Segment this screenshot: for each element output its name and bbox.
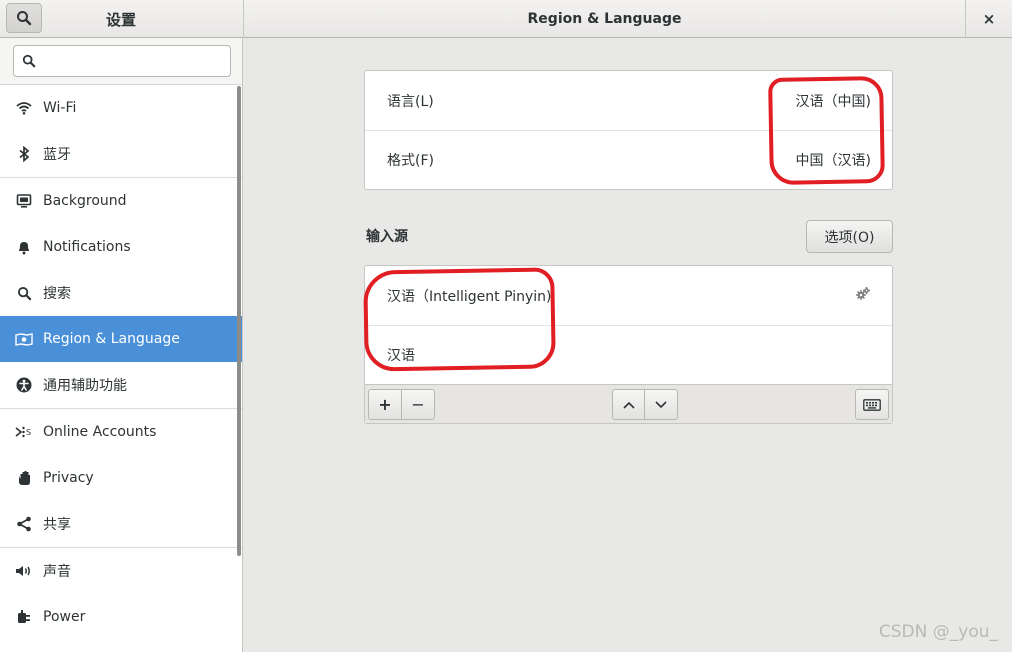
input-sources-panel: 汉语（Intelligent Pinyin) 汉语 + − [364,265,893,424]
speaker-icon [15,562,33,580]
sidebar-item-background[interactable]: Background [0,178,242,224]
region-language-icon [15,330,33,348]
sidebar-item-region-language[interactable]: Region & Language [0,316,242,362]
accessibility-icon [15,376,33,394]
sidebar-item-label: Notifications [43,239,131,255]
plus-icon: + [378,395,392,414]
search-toggle-button[interactable] [6,3,42,33]
sidebar-item-label: Privacy [43,470,94,486]
sidebar-item-notifications[interactable]: Notifications [0,224,242,270]
close-icon: × [982,10,996,28]
language-format-panel: 语言(L) 汉语（中国) 格式(F) 中国（汉语) [364,70,893,190]
search-icon [22,54,36,68]
hand-icon [15,469,33,487]
sidebar-item-wifi[interactable]: Wi-Fi [0,85,242,131]
formats-label: 格式(F) [387,153,434,169]
chevron-up-icon [622,401,635,409]
input-source-label: 汉语 [387,348,415,364]
input-source-label: 汉语（Intelligent Pinyin) [387,288,552,305]
sidebar: Wi-Fi 蓝牙 Background Notifications 搜索 Reg… [0,38,243,652]
sidebar-item-online-accounts[interactable]: S Online Accounts [0,409,242,455]
formats-value: 中国（汉语) [795,153,871,169]
online-accounts-icon: S [15,423,33,441]
show-keyboard-layout-button[interactable] [855,389,889,420]
input-source-row[interactable]: 汉语（Intelligent Pinyin) [365,266,892,325]
panel-title: Region & Language [527,11,682,27]
share-icon [15,515,33,533]
input-sources-toolbar: + − [365,384,892,423]
sidebar-item-privacy[interactable]: Privacy [0,455,242,501]
sidebar-item-label: Region & Language [43,331,180,347]
input-sources-heading: 输入源 [366,229,408,245]
formats-row[interactable]: 格式(F) 中国（汉语) [365,130,892,189]
watermark: CSDN @_you_ [878,622,998,642]
sidebar-scrollbar[interactable] [237,86,241,556]
sidebar-item-sharing[interactable]: 共享 [0,501,242,547]
options-button[interactable]: 选项(O) [806,220,893,253]
language-label: 语言(L) [387,93,434,110]
minus-icon: − [411,395,425,414]
close-button[interactable]: × [966,0,1012,38]
chevron-down-icon [655,400,667,408]
sidebar-item-label: 共享 [43,517,71,533]
bell-icon [15,238,33,256]
sidebar-item-label: 通用辅助功能 [43,378,127,394]
sidebar-item-label: 声音 [43,564,71,580]
move-down-button[interactable] [644,389,678,420]
gear-icon[interactable] [855,286,871,306]
search-input[interactable] [40,47,230,75]
header-bar: 设置 Region & Language × [0,0,1012,38]
bluetooth-icon [15,145,33,163]
sidebar-item-label: Wi-Fi [43,100,77,116]
wifi-icon [15,99,33,117]
keyboard-icon [863,398,881,411]
sidebar-item-search[interactable]: 搜索 [0,270,242,316]
sidebar-item-label: 搜索 [43,286,71,302]
power-plug-icon [15,608,33,626]
language-value: 汉语（中国) [795,93,871,110]
add-input-source-button[interactable]: + [368,389,402,420]
move-up-button[interactable] [612,389,645,420]
search-box[interactable] [13,45,231,77]
input-source-row[interactable]: 汉语 [365,325,892,384]
sidebar-item-power[interactable]: Power [0,594,242,640]
language-row[interactable]: 语言(L) 汉语（中国) [365,71,892,130]
sidebar-item-bluetooth[interactable]: 蓝牙 [0,131,242,177]
sidebar-item-label: Power [43,609,86,625]
remove-input-source-button[interactable]: − [401,389,435,420]
sidebar-search-area [0,38,242,85]
background-icon [15,192,33,210]
svg-text:S: S [26,428,31,437]
sidebar-item-accessibility[interactable]: 通用辅助功能 [0,362,242,408]
search-icon [17,11,32,26]
sidebar-item-label: Background [43,193,127,209]
search-icon [15,284,33,302]
sidebar-item-sound[interactable]: 声音 [0,548,242,594]
sidebar-item-label: 蓝牙 [43,147,71,163]
sidebar-item-label: Online Accounts [43,424,157,440]
